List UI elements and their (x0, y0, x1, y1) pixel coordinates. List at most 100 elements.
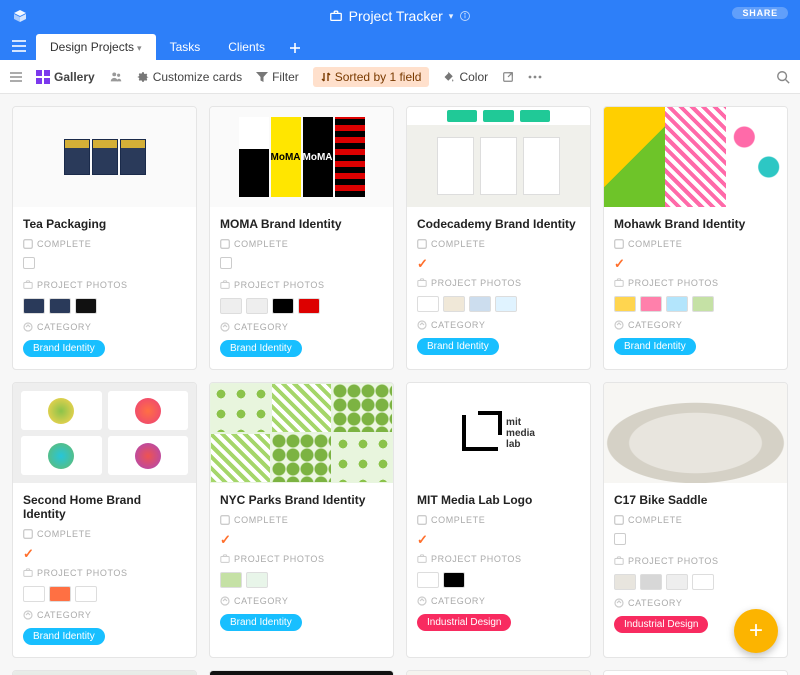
card-cover: MoMAMoMA (210, 107, 393, 207)
thumbnail (495, 296, 517, 312)
color-button[interactable]: Color (443, 70, 488, 84)
checkbox-icon (220, 515, 230, 525)
add-table-button[interactable] (279, 36, 311, 60)
gallery-scroll[interactable]: Tea PackagingCOMPLETEPROJECT PHOTOSCATEG… (0, 94, 800, 675)
photos-field-label: PROJECT PHOTOS (614, 278, 777, 288)
customize-cards-button[interactable]: Customize cards (137, 70, 242, 84)
info-icon[interactable] (459, 10, 471, 22)
add-record-fab[interactable]: + (734, 609, 778, 653)
thumbnail-row (23, 586, 186, 602)
tab-tasks[interactable]: Tasks (156, 34, 215, 60)
thumbnail (220, 572, 242, 588)
thumbnail (640, 574, 662, 590)
gallery-view-icon (36, 70, 50, 84)
share-button[interactable]: SHARE (732, 7, 788, 19)
photos-field-label: PROJECT PHOTOS (417, 278, 580, 288)
thumbnail (246, 298, 268, 314)
category-pill: Brand Identity (220, 614, 302, 631)
category-pill: Industrial Design (417, 614, 511, 631)
checkbox-icon (23, 529, 33, 539)
select-icon (23, 322, 33, 332)
thumbnail (272, 298, 294, 314)
filter-button[interactable]: Filter (256, 70, 299, 84)
complete-field-label: COMPLETE (614, 239, 777, 249)
gallery-card-partial[interactable] (406, 670, 591, 675)
thumbnail (640, 296, 662, 312)
category-field-label: CATEGORY (23, 610, 186, 620)
chevron-down-icon[interactable]: ▾ (449, 11, 454, 22)
more-icon[interactable] (528, 75, 542, 79)
tab-clients[interactable]: Clients (214, 34, 279, 60)
attachment-icon (614, 556, 624, 566)
thumbnail (692, 296, 714, 312)
thumbnail (666, 296, 688, 312)
thumbnail-row (220, 298, 383, 314)
gallery-card-partial[interactable] (603, 670, 788, 675)
thumbnail (75, 298, 97, 314)
photos-field-label: PROJECT PHOTOS (23, 568, 186, 578)
card-title: C17 Bike Saddle (614, 493, 777, 507)
thumbnail (298, 298, 320, 314)
collaborators-icon[interactable] (109, 70, 123, 84)
select-icon (417, 320, 427, 330)
gear-icon (137, 71, 149, 83)
share-view-icon[interactable] (502, 71, 514, 83)
attachment-icon (220, 280, 230, 290)
menu-icon[interactable] (8, 40, 36, 60)
thumbnail (666, 574, 688, 590)
base-title[interactable]: Project Tracker (349, 8, 443, 24)
card-title: Second Home Brand Identity (23, 493, 186, 521)
view-name: Gallery (54, 70, 95, 84)
photos-field-label: PROJECT PHOTOS (417, 554, 580, 564)
checkbox-icon (220, 239, 230, 249)
view-switcher[interactable]: Gallery (36, 70, 95, 84)
thumbnail-row (614, 574, 777, 590)
category-pill: Brand Identity (417, 338, 499, 355)
checkbox-icon (23, 239, 33, 249)
attachment-icon (417, 554, 427, 564)
sort-button[interactable]: Sorted by 1 field (313, 67, 430, 87)
views-sidebar-toggle[interactable] (10, 71, 22, 83)
attachment-icon (220, 554, 230, 564)
table-tabs: Design Projects▾ Tasks Clients (0, 32, 800, 60)
gallery-card[interactable]: MoMAMoMAMOMA Brand IdentityCOMPLETEPROJE… (209, 106, 394, 370)
category-field-label: CATEGORY (23, 322, 186, 332)
select-icon (614, 320, 624, 330)
thumbnail (614, 574, 636, 590)
card-cover (604, 107, 787, 207)
card-cover (13, 383, 196, 483)
card-title: MOMA Brand Identity (220, 217, 383, 231)
checkbox-icon (417, 515, 427, 525)
select-icon (220, 596, 230, 606)
select-icon (614, 598, 624, 608)
tab-design-projects[interactable]: Design Projects▾ (36, 34, 156, 60)
photos-field-label: PROJECT PHOTOS (220, 554, 383, 564)
gallery-card-partial[interactable] (209, 670, 394, 675)
gallery-card[interactable]: Mohawk Brand IdentityCOMPLETE✓PROJECT PH… (603, 106, 788, 370)
attachment-icon (614, 278, 624, 288)
complete-checkbox-empty (614, 533, 777, 548)
category-pill: Industrial Design (614, 616, 708, 633)
gallery-card-partial[interactable] (12, 670, 197, 675)
search-icon[interactable] (776, 70, 790, 84)
gallery-card[interactable]: Codecademy Brand IdentityCOMPLETE✓PROJEC… (406, 106, 591, 370)
gallery-card[interactable]: Second Home Brand IdentityCOMPLETE✓PROJE… (12, 382, 197, 658)
app-logo-icon[interactable] (12, 8, 28, 24)
gallery-card[interactable]: Tea PackagingCOMPLETEPROJECT PHOTOSCATEG… (12, 106, 197, 370)
plus-icon: + (749, 617, 763, 645)
complete-checkmark-icon: ✓ (220, 533, 383, 546)
complete-field-label: COMPLETE (417, 239, 580, 249)
category-pill: Brand Identity (614, 338, 696, 355)
thumbnail (49, 586, 71, 602)
card-title: Mohawk Brand Identity (614, 217, 777, 231)
gallery-card[interactable]: NYC Parks Brand IdentityCOMPLETE✓PROJECT… (209, 382, 394, 658)
thumbnail-row (417, 572, 580, 588)
category-pill: Brand Identity (23, 628, 105, 645)
thumbnail (692, 574, 714, 590)
app-header: Project Tracker ▾ SHARE (0, 0, 800, 32)
select-icon (220, 322, 230, 332)
complete-field-label: COMPLETE (23, 529, 186, 539)
gallery-card[interactable]: mitmedialabMIT Media Lab LogoCOMPLETE✓PR… (406, 382, 591, 658)
card-title: NYC Parks Brand Identity (220, 493, 383, 507)
checkbox-icon (417, 239, 427, 249)
